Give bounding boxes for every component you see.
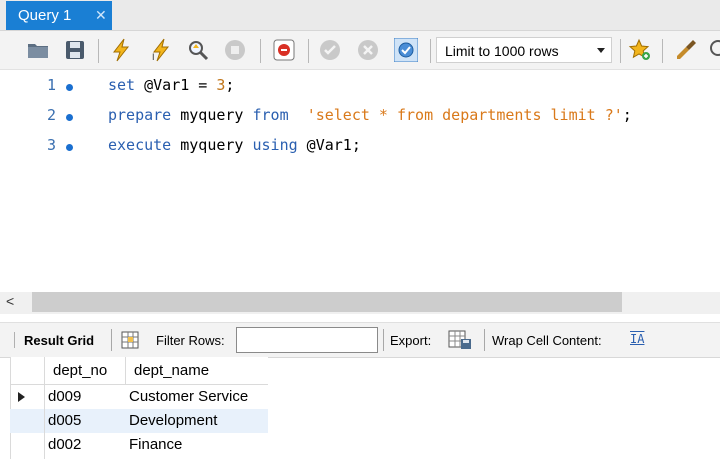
code-token: from bbox=[252, 106, 289, 124]
editor-toolbar: I Limit to 1000 rows bbox=[0, 31, 720, 70]
column-header-dept-no[interactable]: dept_no bbox=[44, 357, 125, 384]
table-cell[interactable]: d005 bbox=[48, 409, 81, 433]
code-text[interactable]: execute myquery using @Var1; bbox=[108, 136, 361, 154]
svg-text:I: I bbox=[152, 52, 155, 62]
code-text[interactable]: set @Var1 = 3; bbox=[108, 76, 234, 94]
wrap-cell-icon[interactable]: IA bbox=[630, 332, 644, 346]
toolbar-separator bbox=[260, 39, 261, 63]
bookmark-icon[interactable] bbox=[628, 38, 652, 62]
limit-rows-select[interactable]: Limit to 1000 rows bbox=[436, 37, 612, 63]
toolbar-separator bbox=[98, 39, 99, 63]
toolbar-separator bbox=[383, 329, 384, 351]
code-token: prepare bbox=[108, 106, 172, 124]
export-icon[interactable] bbox=[448, 330, 472, 350]
statement-marker-icon bbox=[66, 144, 73, 151]
execute-current-icon[interactable]: I bbox=[150, 38, 174, 62]
statement-marker-icon bbox=[66, 84, 73, 91]
rollback-icon[interactable] bbox=[356, 38, 380, 62]
save-icon[interactable] bbox=[63, 38, 87, 62]
toolbar-separator bbox=[484, 329, 485, 351]
horizontal-scrollbar[interactable]: < bbox=[0, 292, 720, 314]
toolbar-separator bbox=[662, 39, 663, 63]
toolbar-separator bbox=[111, 329, 112, 351]
export-label: Export: bbox=[390, 333, 432, 348]
current-row-icon bbox=[18, 392, 25, 402]
toolbar-separator bbox=[430, 39, 431, 63]
open-folder-icon[interactable] bbox=[26, 38, 50, 62]
wrap-cell-label: Wrap Cell Content: bbox=[492, 333, 602, 348]
commit-icon[interactable] bbox=[318, 38, 342, 62]
result-toolbar: Result Grid Filter Rows: Export: Wrap Ce… bbox=[0, 322, 720, 358]
grid-icon[interactable] bbox=[121, 331, 139, 349]
table-row[interactable]: d009 Customer Service bbox=[10, 385, 268, 409]
toolbar-separator bbox=[308, 39, 309, 63]
code-token: execute bbox=[108, 136, 172, 154]
code-line[interactable]: 1 set @Var1 = 3; bbox=[0, 76, 720, 100]
stop-icon[interactable] bbox=[223, 38, 247, 62]
code-token: 'select * from departments limit ?' bbox=[306, 106, 623, 124]
statement-marker-icon bbox=[66, 114, 73, 121]
table-cell[interactable]: d009 bbox=[48, 385, 81, 409]
code-token: set bbox=[108, 76, 136, 94]
code-token: myquery bbox=[171, 136, 253, 154]
table-cell[interactable]: Finance bbox=[129, 433, 182, 457]
sql-editor[interactable]: 1 set @Var1 = 3; 2 prepare myquery from 'se… bbox=[0, 70, 720, 292]
table-cell[interactable]: d002 bbox=[48, 433, 81, 457]
toggle-error-icon[interactable] bbox=[272, 38, 296, 62]
code-token: myquery bbox=[171, 106, 253, 124]
table-row[interactable]: d005 Development bbox=[10, 409, 268, 433]
line-number: 3 bbox=[46, 136, 56, 154]
code-token: @Var1 = bbox=[135, 76, 217, 94]
table-row[interactable]: d002 Finance bbox=[10, 433, 268, 457]
explain-icon[interactable] bbox=[186, 38, 210, 62]
code-token: @Var1; bbox=[297, 136, 361, 154]
filter-rows-label: Filter Rows: bbox=[156, 333, 225, 348]
code-text[interactable]: prepare myquery from 'select * from depa… bbox=[108, 106, 632, 124]
result-grid-tab[interactable]: Result Grid bbox=[14, 332, 94, 348]
execute-icon[interactable] bbox=[110, 38, 134, 62]
chevron-down-icon bbox=[597, 48, 605, 53]
beautify-icon[interactable] bbox=[674, 38, 698, 62]
tab-title: Query 1 bbox=[18, 7, 72, 24]
close-icon[interactable]: ✕ bbox=[95, 7, 107, 24]
grid-header: dept_no dept_name bbox=[10, 357, 268, 385]
limit-rows-value: Limit to 1000 rows bbox=[445, 43, 559, 59]
tab-query-1[interactable]: Query 1 ✕ bbox=[6, 1, 112, 30]
toolbar-separator bbox=[620, 39, 621, 63]
code-line[interactable]: 2 prepare myquery from 'select * from dep… bbox=[0, 106, 720, 130]
line-number: 1 bbox=[46, 76, 56, 94]
search-icon[interactable] bbox=[708, 38, 720, 62]
autocommit-icon[interactable] bbox=[394, 38, 418, 62]
table-cell[interactable]: Customer Service bbox=[129, 385, 248, 409]
column-header-dept-name[interactable]: dept_name bbox=[125, 357, 268, 384]
code-token: ; bbox=[225, 76, 235, 94]
filter-rows-input[interactable] bbox=[236, 327, 378, 353]
table-cell[interactable]: Development bbox=[129, 409, 217, 433]
code-token: using bbox=[252, 136, 298, 154]
code-token: ; bbox=[622, 106, 632, 124]
scroll-left-icon[interactable]: < bbox=[6, 293, 14, 309]
code-line[interactable]: 3 execute myquery using @Var1; bbox=[0, 136, 720, 160]
grid-column-divider bbox=[44, 385, 45, 459]
scrollbar-thumb[interactable] bbox=[32, 292, 622, 312]
line-number: 2 bbox=[46, 106, 56, 124]
tab-bar: Query 1 ✕ bbox=[0, 0, 720, 31]
